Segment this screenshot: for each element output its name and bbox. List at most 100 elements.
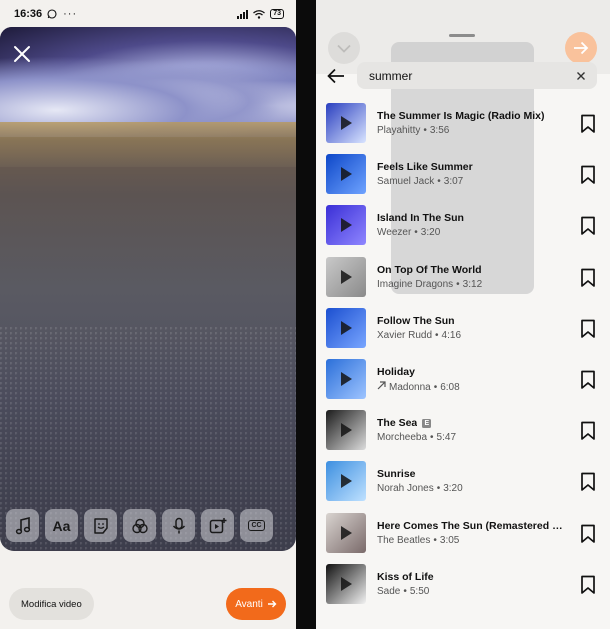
edit-video-button[interactable]: Modifica video [9,588,94,620]
song-title-text: Here Comes The Sun (Remastered 20... [377,519,567,532]
album-cover[interactable] [326,103,366,143]
song-meta: Kiss of Life Sade • 5:50 [377,571,567,597]
status-bar [316,0,610,28]
song-title-text: Feels Like Summer [377,161,473,174]
captions-icon: CC [248,520,265,531]
song-row[interactable]: Kiss of Life Sade • 5:50 [316,558,610,609]
music-note-icon [15,516,30,534]
song-artist: Morcheeba [377,432,428,444]
album-cover[interactable] [326,307,366,348]
bookmark-icon[interactable] [580,421,596,441]
explicit-badge: E [422,418,432,428]
video-preview[interactable] [0,27,296,551]
clip-tool-button[interactable] [201,509,234,542]
song-artist: Norah Jones [377,483,434,495]
play-icon [341,474,352,489]
song-meta: Here Comes The Sun (Remastered 20... The … [377,520,567,546]
song-title: Kiss of Life [377,571,567,583]
sticker-tool-button[interactable] [84,509,117,542]
sticker-icon [93,517,108,534]
play-icon [341,525,352,540]
bookmark-icon[interactable] [580,370,596,390]
voice-tool-button[interactable] [162,509,195,542]
song-row[interactable]: The Sea E Morcheeba • 5:47 [316,404,610,455]
collapse-button[interactable] [328,32,360,64]
sheet-next-button[interactable] [565,32,597,64]
music-tool-button[interactable] [6,509,39,542]
song-artist: Sade [377,585,401,597]
bookmark-icon[interactable] [580,575,596,595]
album-cover[interactable] [326,563,366,604]
bookmark-icon[interactable] [580,472,596,492]
song-meta: Follow The Sun Xavier Rudd • 4:16 [377,315,567,341]
bookmark-icon[interactable] [580,165,596,185]
song-row[interactable]: The Summer Is Magic (Radio Mix) Playahitt… [316,97,610,148]
album-cover[interactable] [326,205,366,246]
album-cover[interactable] [326,154,366,195]
sheet-drag-handle[interactable] [449,34,475,37]
effects-tool-button[interactable] [123,509,156,542]
album-cover[interactable] [326,256,366,297]
play-icon [341,372,352,386]
song-subtitle: Norah Jones • 3:20 [377,483,567,494]
captions-tool-button[interactable]: CC [240,509,273,542]
back-arrow-icon[interactable] [326,66,346,86]
song-row[interactable]: Holiday Madonna • 6:08 [316,353,610,404]
song-title: The Sea E [377,417,567,429]
song-title: Holiday [377,366,567,378]
play-icon [341,576,352,591]
bookmark-icon[interactable] [580,319,596,339]
separator-dot: • [403,585,407,597]
add-clip-icon [209,517,226,533]
song-artist: Madonna [389,381,431,393]
status-bar: 16:36 ··· 73 [0,0,296,28]
song-row[interactable]: Sunrise Norah Jones • 3:20 [316,455,610,506]
song-title: The Summer Is Magic (Radio Mix) [377,110,567,122]
song-row[interactable]: Island In The Sun Weezer • 3:20 [316,199,610,250]
album-cover[interactable] [326,359,366,399]
song-title: Feels Like Summer [377,161,567,173]
separator-dot: • [433,534,437,546]
bookmark-icon[interactable] [580,524,596,544]
close-button[interactable] [8,40,36,68]
search-input[interactable] [369,68,575,83]
album-cover[interactable] [326,512,366,553]
song-title: Sunrise [377,468,567,480]
song-duration: 5:50 [409,585,430,597]
music-search-screen: The Summer Is Magic (Radio Mix) Playahitt… [316,0,610,629]
song-meta: Feels Like Summer Samuel Jack • 3:07 [377,161,567,187]
song-duration: 3:56 [429,125,450,136]
song-artist: Xavier Rudd [377,329,433,341]
play-icon [341,269,352,284]
bookmark-icon[interactable] [580,268,596,288]
song-row[interactable]: Here Comes The Sun (Remastered 20... The … [316,507,610,558]
separator-dot: • [437,176,441,188]
text-tool-button[interactable]: Aa [45,509,78,542]
song-meta: On Top Of The World Imagine Dragons • 3:12 [377,264,567,290]
song-duration: 3:20 [420,227,441,239]
screen: 16:36 ··· 73 Aa CC Modifica video Avanti… [0,0,610,629]
song-subtitle: Imagine Dragons • 3:12 [377,279,567,290]
song-subtitle: The Beatles • 3:05 [377,535,567,546]
song-meta: Sunrise Norah Jones • 3:20 [377,468,567,494]
song-title-text: The Sea [377,417,418,430]
close-icon [14,46,30,62]
song-duration: 3:20 [443,483,463,495]
bookmark-icon[interactable] [580,114,596,134]
next-button[interactable]: Avanti [226,588,286,620]
song-title: Here Comes The Sun (Remastered 20... [377,520,567,532]
separator-dot: • [423,125,427,136]
song-subtitle: Samuel Jack • 3:07 [377,176,567,187]
song-row[interactable]: On Top Of The World Imagine Dragons • 3:12 [316,251,610,302]
separator-dot: • [436,483,441,495]
song-meta: The Sea E Morcheeba • 5:47 [377,417,567,443]
bookmark-icon[interactable] [580,216,596,236]
clear-search-icon[interactable] [575,70,587,82]
video-editor-screen: 16:36 ··· 73 Aa CC Modifica video Avanti [0,0,296,629]
song-row[interactable]: Follow The Sun Xavier Rudd • 4:16 [316,302,610,353]
search-field[interactable] [357,62,597,89]
album-cover[interactable] [326,410,366,451]
song-row[interactable]: Feels Like Summer Samuel Jack • 3:07 [316,148,610,199]
song-title-text: Sunrise [377,468,416,481]
album-cover[interactable] [326,461,366,502]
